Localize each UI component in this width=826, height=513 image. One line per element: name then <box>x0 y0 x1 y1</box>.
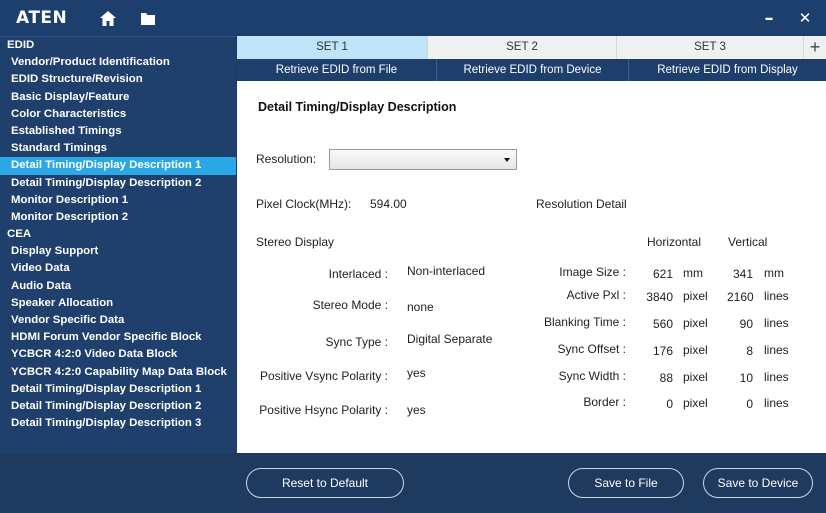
home-icon[interactable] <box>88 0 128 36</box>
horizontal-value: 88 <box>659 371 673 385</box>
stereo-display-label: Stereo Display <box>256 235 335 249</box>
set-tabs: SET 1 SET 2 SET 3 + <box>237 36 826 59</box>
horizontal-unit: pixel <box>683 396 708 410</box>
sidebar-item[interactable]: Monitor Description 1 <box>0 192 236 209</box>
horizontal-value: 3840 <box>646 290 673 304</box>
title-bar: ATEN – ✕ <box>0 0 826 36</box>
detail-row-label: Active Pxl : <box>566 288 626 302</box>
sidebar-item[interactable]: Display Support <box>0 243 236 260</box>
vertical-unit: lines <box>764 343 789 357</box>
sidebar-item[interactable]: Audio Data <box>0 278 236 295</box>
positive-vsync-value: yes <box>407 366 426 380</box>
horizontal-unit: pixel <box>683 289 708 303</box>
vertical-unit: lines <box>764 396 789 410</box>
interlaced-value: Non-interlaced <box>407 264 486 278</box>
detail-row-label: Blanking Time : <box>543 315 626 329</box>
positive-hsync-label: Positive Hsync Polarity : <box>259 403 388 417</box>
detail-row-label: Sync Offset : <box>557 342 626 356</box>
sidebar-item[interactable]: Vendor Specific Data <box>0 312 236 329</box>
sidebar-item[interactable]: EDID Structure/Revision <box>0 71 236 88</box>
sidebar-section-header[interactable]: EDID <box>0 37 236 54</box>
folder-icon[interactable] <box>128 0 168 36</box>
sync-type-value: Digital Separate <box>407 332 493 346</box>
save-to-device-button[interactable]: Save to Device <box>703 468 813 498</box>
vertical-value: 341 <box>732 267 753 281</box>
horizontal-unit: pixel <box>683 343 708 357</box>
vertical-unit: mm <box>764 266 784 280</box>
sidebar-item[interactable]: Detail Timing/Display Description 3 <box>0 415 236 432</box>
sidebar-item[interactable]: Detail Timing/Display Description 2 <box>0 175 236 192</box>
horizontal-value: 621 <box>652 267 673 281</box>
tab-set-1[interactable]: SET 1 <box>237 36 428 59</box>
sidebar-item[interactable]: Color Characteristics <box>0 106 236 123</box>
positive-vsync-label: Positive Vsync Polarity : <box>259 369 388 383</box>
retrieve-toolbar: Retrieve EDID from File Retrieve EDID fr… <box>237 59 826 81</box>
section-heading: Detail Timing/Display Description <box>258 100 457 114</box>
sidebar-item[interactable]: Video Data <box>0 260 236 277</box>
vertical-header: Vertical <box>728 235 768 249</box>
sidebar-item[interactable]: Speaker Allocation <box>0 295 236 312</box>
stereo-mode-label: Stereo Mode : <box>312 298 388 312</box>
aten-logo: ATEN <box>16 8 68 28</box>
retrieve-from-file-button[interactable]: Retrieve EDID from File <box>237 59 437 81</box>
resolution-label: Resolution: <box>256 152 317 166</box>
add-set-button[interactable]: + <box>804 36 826 59</box>
interlaced-label: Interlaced : <box>328 267 388 281</box>
pixel-clock-value: 594.00 <box>370 197 407 211</box>
save-to-file-button[interactable]: Save to File <box>568 468 684 498</box>
vertical-value: 90 <box>739 317 753 331</box>
sidebar-item[interactable]: HDMI Forum Vendor Specific Block <box>0 329 236 346</box>
sync-type-label: Sync Type : <box>325 335 388 349</box>
sidebar-item[interactable]: Standard Timings <box>0 140 236 157</box>
horizontal-unit: mm <box>683 266 703 280</box>
vertical-value: 2160 <box>727 290 754 304</box>
horizontal-unit: pixel <box>683 370 708 384</box>
horizontal-value: 176 <box>652 344 673 358</box>
sidebar-item[interactable]: Established Timings <box>0 123 236 140</box>
resolution-detail-label: Resolution Detail <box>536 197 627 211</box>
tab-set-3[interactable]: SET 3 <box>617 36 804 59</box>
resolution-select[interactable] <box>329 149 517 170</box>
vertical-unit: lines <box>764 370 789 384</box>
sidebar-item[interactable]: YCBCR 4:2:0 Video Data Block <box>0 346 236 363</box>
vertical-value: 10 <box>739 371 753 385</box>
positive-hsync-value: yes <box>407 403 426 417</box>
sidebar-nav: EDID Vendor/Product Identification EDID St… <box>0 36 236 453</box>
sidebar-item[interactable]: Detail Timing/Display Description 2 <box>0 398 236 415</box>
sidebar-item[interactable]: Detail Timing/Display Description 1 <box>0 157 236 175</box>
tab-set-2[interactable]: SET 2 <box>428 36 617 59</box>
sidebar-item[interactable]: Basic Display/Feature <box>0 89 236 106</box>
detail-timing-panel: Detail Timing/Display Description Resolu… <box>237 81 826 453</box>
vertical-unit: lines <box>764 289 789 303</box>
retrieve-from-display-button[interactable]: Retrieve EDID from Display <box>629 59 826 81</box>
horizontal-value: 560 <box>652 317 673 331</box>
sidebar-item[interactable]: Monitor Description 2 <box>0 209 236 226</box>
vertical-value: 0 <box>746 397 753 411</box>
horizontal-value: 0 <box>666 397 673 411</box>
horizontal-unit: pixel <box>683 316 708 330</box>
detail-row-label: Sync Width : <box>558 369 626 383</box>
minimize-button[interactable]: – <box>750 0 788 36</box>
pixel-clock-label: Pixel Clock(MHz): <box>256 197 352 211</box>
vertical-value: 8 <box>746 344 753 358</box>
chevron-down-icon <box>504 158 510 162</box>
sidebar-item[interactable]: Detail Timing/Display Description 1 <box>0 381 236 398</box>
footer-bar: Reset to Default Save to File Save to De… <box>0 453 826 513</box>
close-button[interactable]: ✕ <box>786 0 824 36</box>
detail-row-label: Image Size : <box>559 265 626 279</box>
detail-row-label: Border : <box>583 395 626 409</box>
main-panel: SET 1 SET 2 SET 3 + Retrieve EDID from F… <box>237 36 826 453</box>
sidebar-item[interactable]: Vendor/Product Identification <box>0 54 236 71</box>
stereo-mode-value: none <box>407 300 434 314</box>
reset-to-default-button[interactable]: Reset to Default <box>246 468 404 498</box>
vertical-unit: lines <box>764 316 789 330</box>
horizontal-header: Horizontal <box>647 235 702 249</box>
sidebar-section-header[interactable]: CEA <box>0 226 236 243</box>
sidebar-item[interactable]: YCBCR 4:2:0 Capability Map Data Block <box>0 364 236 381</box>
retrieve-from-device-button[interactable]: Retrieve EDID from Device <box>437 59 629 81</box>
